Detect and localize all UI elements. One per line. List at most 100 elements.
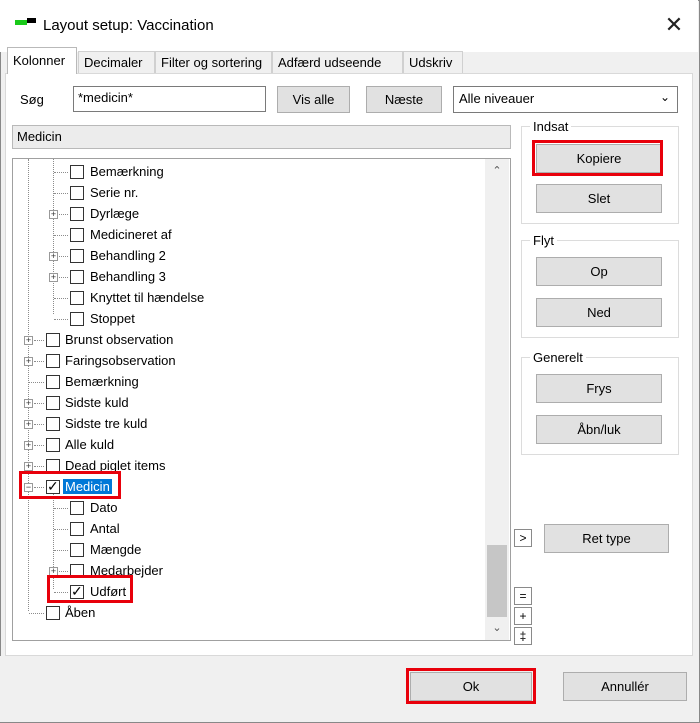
tree-item-label: Serie nr. bbox=[90, 185, 139, 200]
tab-filter-og-sortering[interactable]: Filter og sortering bbox=[155, 51, 272, 73]
tree-item[interactable]: + Dyrlæge bbox=[13, 204, 483, 224]
tree-item-label: Behandling 3 bbox=[90, 269, 166, 284]
checkbox[interactable] bbox=[46, 417, 60, 431]
highlight-medicin bbox=[19, 471, 121, 499]
tree-item-label: Alle kuld bbox=[65, 437, 115, 452]
checkbox[interactable] bbox=[46, 396, 60, 410]
level-select-value: Alle niveauer bbox=[459, 91, 535, 106]
title-bar: Layout setup: Vaccination ✕ bbox=[0, 0, 698, 52]
checkbox[interactable] bbox=[70, 501, 84, 515]
tab-decimaler[interactable]: Decimaler bbox=[78, 51, 155, 73]
highlight-udfoert bbox=[47, 575, 133, 603]
checkbox[interactable] bbox=[46, 354, 60, 368]
tree-item-label: Antal bbox=[90, 521, 120, 536]
next-button[interactable]: Næste bbox=[366, 86, 442, 113]
tree-item[interactable]: + Behandling 3 bbox=[13, 267, 483, 287]
search-label: Søg bbox=[20, 92, 44, 107]
search-input[interactable]: *medicin* bbox=[73, 86, 266, 112]
tree-item[interactable]: + Brunst observation bbox=[13, 330, 483, 350]
scroll-down-icon[interactable]: ⌄ bbox=[485, 621, 509, 639]
expand-icon[interactable]: + bbox=[24, 462, 33, 471]
expand-icon[interactable]: + bbox=[24, 399, 33, 408]
scroll-thumb[interactable] bbox=[487, 545, 507, 617]
tree-item[interactable]: + Sidste kuld bbox=[13, 393, 483, 413]
tree-item-label: Medicineret af bbox=[90, 227, 172, 242]
show-all-button[interactable]: Vis alle bbox=[277, 86, 350, 113]
tree-item[interactable]: Antal bbox=[13, 519, 483, 539]
tab-kolonner[interactable]: Kolonner bbox=[7, 47, 77, 74]
freeze-button[interactable]: Frys bbox=[536, 374, 662, 403]
tree-item[interactable]: + Behandling 2 bbox=[13, 246, 483, 266]
tree-item[interactable]: + Sidste tre kuld bbox=[13, 414, 483, 434]
highlight-ok bbox=[406, 668, 536, 704]
tree-item[interactable]: Dato bbox=[13, 498, 483, 518]
delete-button[interactable]: Slet bbox=[536, 184, 662, 213]
checkbox[interactable] bbox=[46, 333, 60, 347]
checkbox[interactable] bbox=[70, 186, 84, 200]
tree-item-label: Bemærkning bbox=[65, 374, 139, 389]
move-down-button[interactable]: Ned bbox=[536, 298, 662, 327]
expand-icon[interactable]: + bbox=[49, 252, 58, 261]
tree-item[interactable]: Serie nr. bbox=[13, 183, 483, 203]
checkbox[interactable] bbox=[46, 375, 60, 389]
tree-item[interactable]: Mængde bbox=[13, 540, 483, 560]
group-flyt-title: Flyt bbox=[530, 233, 557, 248]
checkbox[interactable] bbox=[46, 438, 60, 452]
expand-icon[interactable]: + bbox=[24, 441, 33, 450]
tab-udskriv[interactable]: Udskriv bbox=[403, 51, 463, 73]
tree-item-label: Sidste kuld bbox=[65, 395, 129, 410]
checkbox[interactable] bbox=[70, 165, 84, 179]
group-generelt-title: Generelt bbox=[530, 350, 586, 365]
tree-item-label: Faringsobservation bbox=[65, 353, 176, 368]
tree-item[interactable]: Åben bbox=[13, 603, 483, 623]
window-title: Layout setup: Vaccination bbox=[43, 17, 214, 34]
tree-item[interactable]: Bemærkning bbox=[13, 162, 483, 182]
checkbox[interactable] bbox=[70, 312, 84, 326]
tree-item[interactable]: Knyttet til hændelse bbox=[13, 288, 483, 308]
expand-icon[interactable]: + bbox=[24, 336, 33, 345]
plus-plus-button[interactable]: ‡ bbox=[514, 627, 532, 645]
tree-item-label: Bemærkning bbox=[90, 164, 164, 179]
tree-item[interactable]: Medicineret af bbox=[13, 225, 483, 245]
checkbox[interactable] bbox=[70, 270, 84, 284]
group-indsat-title: Indsat bbox=[530, 119, 572, 134]
checkbox[interactable] bbox=[70, 291, 84, 305]
app-icon bbox=[15, 18, 37, 28]
equal-button[interactable]: = bbox=[514, 587, 532, 605]
arrow-right-button[interactable]: > bbox=[514, 529, 532, 547]
tree-item-label: Dyrlæge bbox=[90, 206, 140, 221]
tree-item-label: Brunst observation bbox=[65, 332, 174, 347]
chevron-down-icon: ⌄ bbox=[659, 90, 670, 104]
tree-item-label: Åben bbox=[65, 605, 96, 620]
tree-item-label: Knyttet til hændelse bbox=[90, 290, 205, 305]
tree-item-label: Mængde bbox=[90, 542, 142, 557]
level-select[interactable]: Alle niveauer ⌄ bbox=[453, 86, 678, 113]
column-tree[interactable]: Bemærkning Serie nr. + Dyrlæge Mediciner… bbox=[12, 158, 511, 641]
open-close-button[interactable]: Åbn/luk bbox=[536, 415, 662, 444]
scroll-up-icon[interactable]: ⌃ bbox=[485, 164, 509, 182]
tree-item[interactable]: Bemærkning bbox=[13, 372, 483, 392]
close-icon[interactable]: ✕ bbox=[662, 14, 686, 38]
ret-type-button[interactable]: Ret type bbox=[544, 524, 669, 553]
expand-icon[interactable]: + bbox=[24, 420, 33, 429]
move-up-button[interactable]: Op bbox=[536, 257, 662, 286]
tab-adfaerd-udseende[interactable]: Adfærd udseende bbox=[272, 51, 403, 73]
tree-item[interactable]: + Faringsobservation bbox=[13, 351, 483, 371]
checkbox[interactable] bbox=[70, 522, 84, 536]
tree-header: Medicin bbox=[12, 125, 511, 149]
cancel-button[interactable]: Annullér bbox=[563, 672, 687, 701]
checkbox[interactable] bbox=[70, 249, 84, 263]
tree-item-label: Dato bbox=[90, 500, 118, 515]
expand-icon[interactable]: + bbox=[49, 273, 58, 282]
tree-item-label: Stoppet bbox=[90, 311, 135, 326]
plus-button[interactable]: + bbox=[514, 607, 532, 625]
checkbox[interactable] bbox=[70, 543, 84, 557]
checkbox[interactable] bbox=[46, 606, 60, 620]
expand-icon[interactable]: + bbox=[24, 357, 33, 366]
highlight-copy bbox=[532, 140, 663, 176]
checkbox[interactable] bbox=[70, 228, 84, 242]
tree-item[interactable]: Stoppet bbox=[13, 309, 483, 329]
tree-item[interactable]: + Alle kuld bbox=[13, 435, 483, 455]
checkbox[interactable] bbox=[70, 207, 84, 221]
expand-icon[interactable]: + bbox=[49, 210, 58, 219]
